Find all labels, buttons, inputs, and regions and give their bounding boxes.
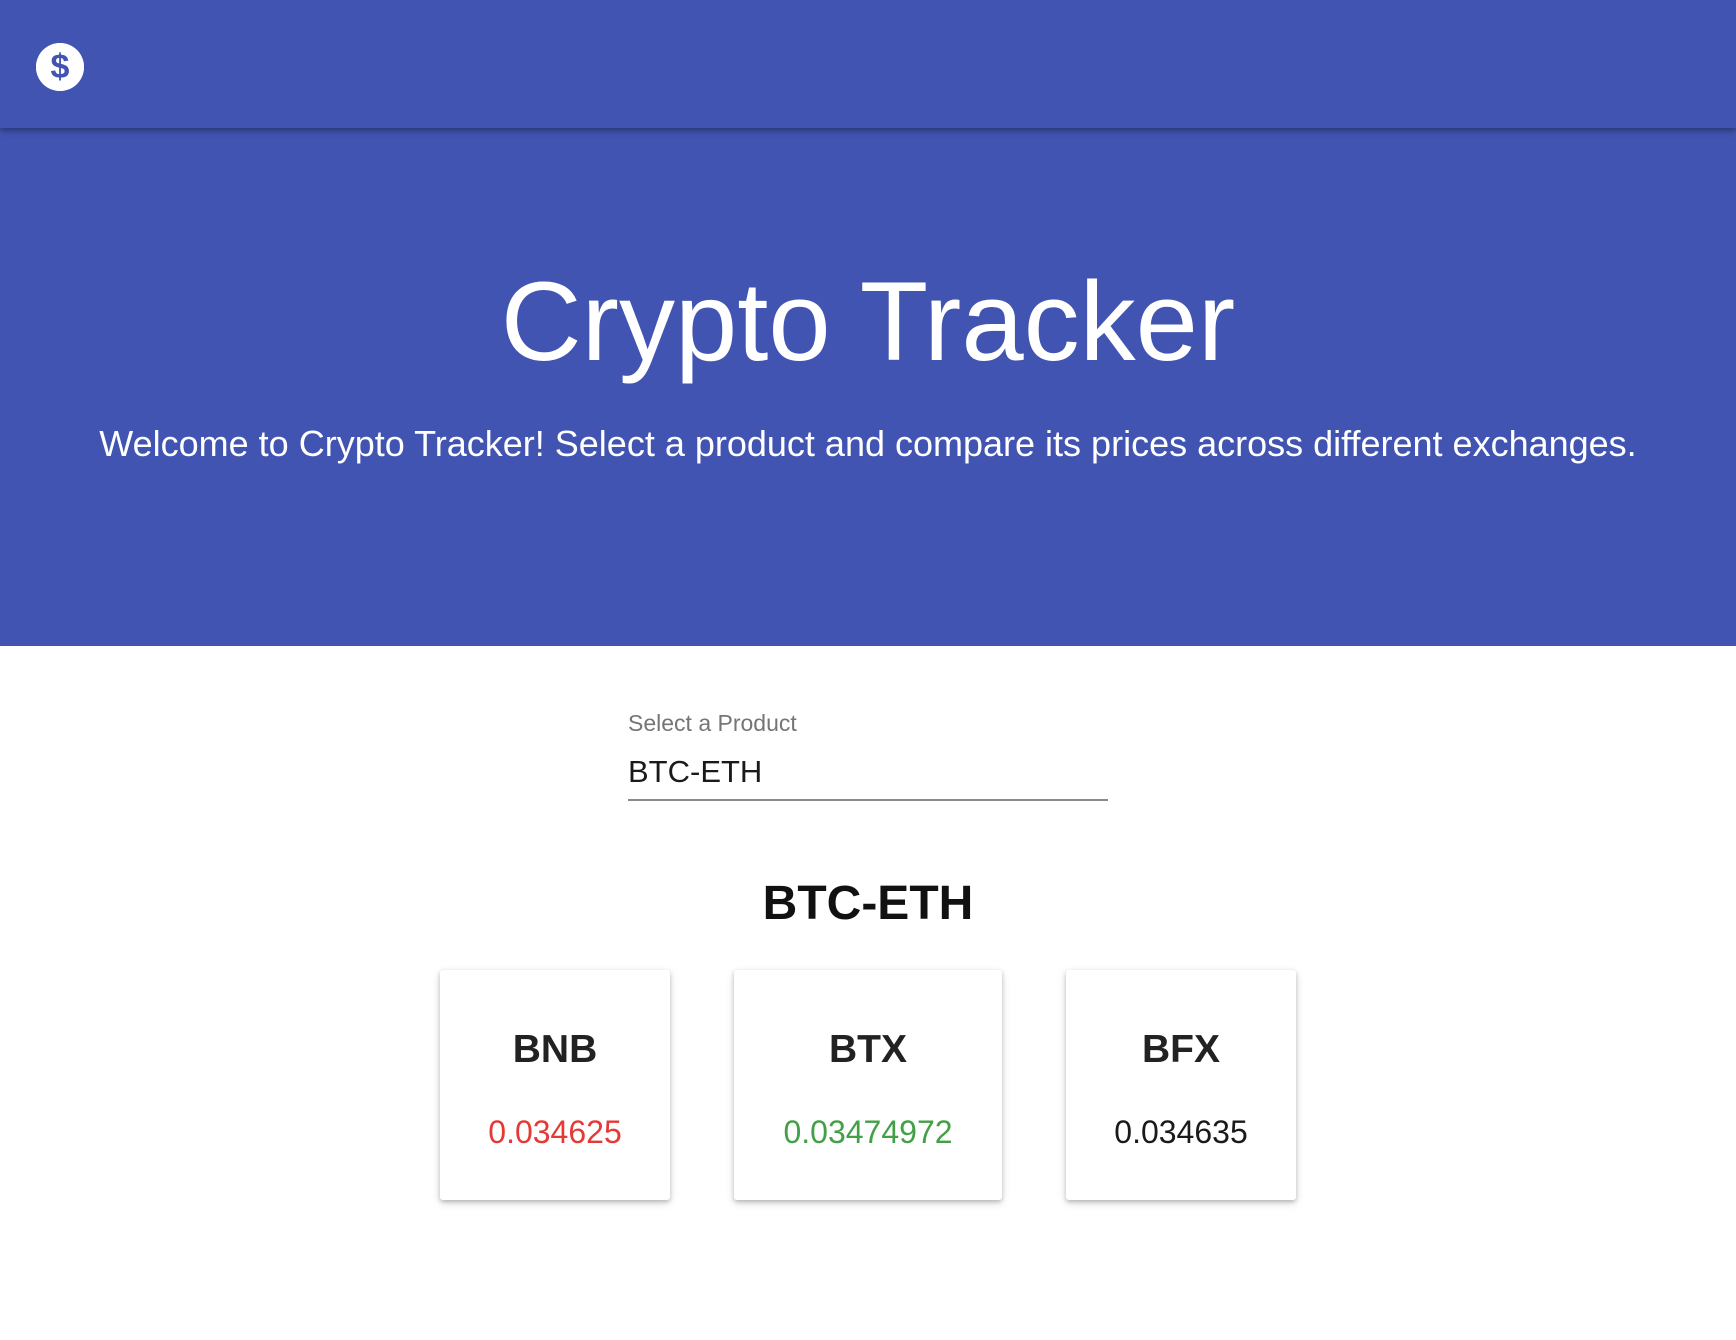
product-select-underline (628, 799, 1108, 801)
product-heading: BTC-ETH (762, 877, 974, 930)
svg-text:$: $ (51, 48, 70, 86)
product-select[interactable]: Select a Product BTC-ETH (628, 706, 1108, 802)
page-title: Crypto Tracker (500, 259, 1236, 384)
top-app-bar: $ (0, 0, 1736, 128)
exchange-card-bnb: BNB 0.034625 (440, 970, 670, 1200)
page-subtitle: Welcome to Crypto Tracker! Select a prod… (99, 423, 1637, 464)
product-select-label: Select a Product (628, 710, 797, 736)
exchange-price: 0.034625 (488, 1114, 622, 1150)
dollar-circle-icon[interactable]: $ (36, 43, 84, 91)
exchange-card-btx: BTX 0.03474972 (734, 970, 1002, 1200)
exchange-name: BNB (512, 1028, 598, 1071)
product-select-value[interactable]: BTC-ETH (628, 754, 762, 790)
exchange-price: 0.03474972 (783, 1114, 953, 1150)
exchange-name: BTX (829, 1028, 907, 1071)
exchange-price: 0.034635 (1114, 1114, 1248, 1150)
exchange-card-bfx: BFX 0.034635 (1066, 970, 1296, 1200)
exchange-name: BFX (1142, 1028, 1220, 1071)
app-root: $ Crypto Tracker Welcome to Crypto Track… (0, 0, 1736, 1340)
hero-banner: Crypto Tracker Welcome to Crypto Tracker… (0, 128, 1736, 646)
